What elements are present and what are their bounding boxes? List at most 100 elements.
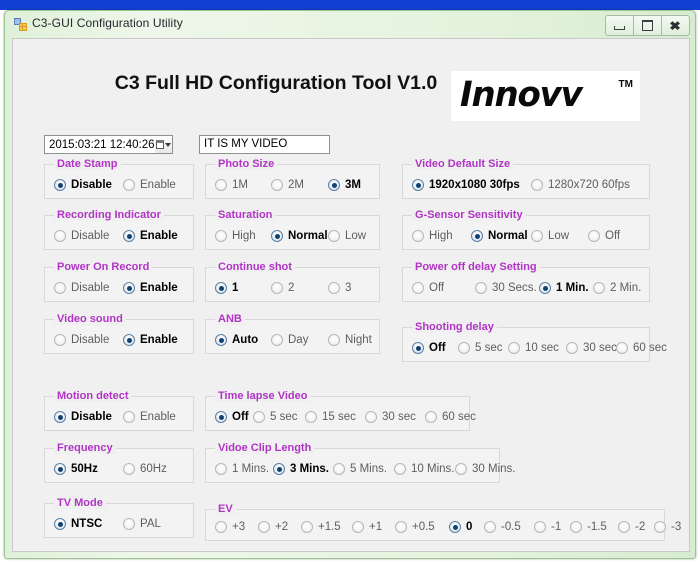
radio-unselected-icon[interactable] <box>654 521 666 533</box>
radio-option-time_lapse_video-3[interactable]: 30 sec <box>365 411 416 423</box>
radio-unselected-icon[interactable] <box>588 230 600 242</box>
close-button[interactable]: ✖ <box>661 15 690 36</box>
radio-option-time_lapse_video-1[interactable]: 5 sec <box>253 411 298 423</box>
radio-unselected-icon[interactable] <box>215 521 227 533</box>
radio-option-shooting_delay-0[interactable]: Off <box>412 342 446 354</box>
radio-option-photo_size-0[interactable]: 1M <box>215 179 248 191</box>
radio-option-power_off_delay-2[interactable]: 1 Min. <box>539 282 589 294</box>
radio-option-power_off_delay-0[interactable]: Off <box>412 282 444 294</box>
radio-selected-icon[interactable] <box>412 179 424 191</box>
radio-unselected-icon[interactable] <box>328 230 340 242</box>
radio-selected-icon[interactable] <box>123 334 135 346</box>
radio-option-ev-10[interactable]: -3 <box>654 521 681 533</box>
radio-unselected-icon[interactable] <box>271 179 283 191</box>
radio-selected-icon[interactable] <box>123 282 135 294</box>
radio-option-ev-7[interactable]: -1 <box>534 521 561 533</box>
radio-selected-icon[interactable] <box>412 342 424 354</box>
radio-unselected-icon[interactable] <box>123 179 135 191</box>
radio-option-continue_shot-2[interactable]: 3 <box>328 282 351 294</box>
radio-option-photo_size-1[interactable]: 2M <box>271 179 304 191</box>
radio-option-video_default_size-1[interactable]: 1280x720 60fps <box>531 179 630 191</box>
radio-option-g_sensor-1[interactable]: Normal <box>471 230 528 242</box>
radio-option-power_off_delay-1[interactable]: 30 Secs. <box>475 282 537 294</box>
radio-selected-icon[interactable] <box>471 230 483 242</box>
radio-option-ev-3[interactable]: +1 <box>352 521 382 533</box>
radio-option-recording_indicator-1[interactable]: Enable <box>123 230 178 242</box>
radio-unselected-icon[interactable] <box>123 518 135 530</box>
radio-option-shooting_delay-2[interactable]: 10 sec <box>508 342 559 354</box>
radio-unselected-icon[interactable] <box>531 179 543 191</box>
radio-unselected-icon[interactable] <box>54 334 66 346</box>
radio-option-time_lapse_video-2[interactable]: 15 sec <box>305 411 356 423</box>
radio-option-video_clip_length-2[interactable]: 5 Mins. <box>333 463 387 475</box>
radio-unselected-icon[interactable] <box>566 342 578 354</box>
radio-unselected-icon[interactable] <box>395 521 407 533</box>
radio-selected-icon[interactable] <box>54 411 66 423</box>
radio-option-ev-0[interactable]: +3 <box>215 521 245 533</box>
radio-unselected-icon[interactable] <box>508 342 520 354</box>
radio-unselected-icon[interactable] <box>475 282 487 294</box>
radio-unselected-icon[interactable] <box>305 411 317 423</box>
radio-unselected-icon[interactable] <box>412 230 424 242</box>
radio-selected-icon[interactable] <box>54 179 66 191</box>
radio-unselected-icon[interactable] <box>215 463 227 475</box>
radio-option-g_sensor-2[interactable]: Low <box>531 230 569 242</box>
radio-unselected-icon[interactable] <box>333 463 345 475</box>
radio-option-ev-1[interactable]: +2 <box>258 521 288 533</box>
radio-unselected-icon[interactable] <box>458 342 470 354</box>
radio-selected-icon[interactable] <box>271 230 283 242</box>
radio-unselected-icon[interactable] <box>258 521 270 533</box>
title-bar[interactable]: C3-GUI Configuration Utility ✖ <box>5 11 695 38</box>
radio-option-continue_shot-1[interactable]: 2 <box>271 282 294 294</box>
radio-option-ev-9[interactable]: -2 <box>618 521 645 533</box>
radio-unselected-icon[interactable] <box>365 411 377 423</box>
datetime-dropdown-button[interactable] <box>154 136 172 153</box>
radio-option-ev-5[interactable]: 0 <box>449 521 472 533</box>
radio-unselected-icon[interactable] <box>328 334 340 346</box>
radio-option-frequency-0[interactable]: 50Hz <box>54 463 98 475</box>
radio-option-anb-0[interactable]: Auto <box>215 334 258 346</box>
radio-unselected-icon[interactable] <box>54 282 66 294</box>
radio-selected-icon[interactable] <box>123 230 135 242</box>
radio-unselected-icon[interactable] <box>394 463 406 475</box>
radio-option-tv_mode-1[interactable]: PAL <box>123 518 161 530</box>
video-name-input[interactable]: IT IS MY VIDEO <box>199 135 330 154</box>
radio-unselected-icon[interactable] <box>412 282 424 294</box>
radio-selected-icon[interactable] <box>54 463 66 475</box>
radio-option-date_stamp-0[interactable]: Disable <box>54 179 112 191</box>
radio-unselected-icon[interactable] <box>253 411 265 423</box>
radio-option-power_on_record-0[interactable]: Disable <box>54 282 109 294</box>
radio-option-video_sound-0[interactable]: Disable <box>54 334 109 346</box>
radio-unselected-icon[interactable] <box>531 230 543 242</box>
radio-unselected-icon[interactable] <box>618 521 630 533</box>
radio-option-motion_detect-0[interactable]: Disable <box>54 411 112 423</box>
radio-option-tv_mode-0[interactable]: NTSC <box>54 518 102 530</box>
radio-unselected-icon[interactable] <box>271 334 283 346</box>
radio-option-ev-8[interactable]: -1.5 <box>570 521 607 533</box>
radio-option-power_off_delay-3[interactable]: 2 Min. <box>593 282 641 294</box>
radio-unselected-icon[interactable] <box>123 411 135 423</box>
radio-selected-icon[interactable] <box>215 334 227 346</box>
radio-option-video_clip_length-1[interactable]: 3 Mins. <box>273 463 329 475</box>
radio-unselected-icon[interactable] <box>215 179 227 191</box>
radio-option-shooting_delay-1[interactable]: 5 sec <box>458 342 503 354</box>
radio-option-saturation-2[interactable]: Low <box>328 230 366 242</box>
minimize-button[interactable] <box>605 15 634 36</box>
radio-unselected-icon[interactable] <box>328 282 340 294</box>
radio-option-video_default_size-0[interactable]: 1920x1080 30fps <box>412 179 520 191</box>
radio-unselected-icon[interactable] <box>484 521 496 533</box>
radio-option-saturation-0[interactable]: High <box>215 230 256 242</box>
radio-option-anb-2[interactable]: Night <box>328 334 372 346</box>
radio-selected-icon[interactable] <box>539 282 551 294</box>
radio-selected-icon[interactable] <box>449 521 461 533</box>
radio-option-time_lapse_video-0[interactable]: Off <box>215 411 249 423</box>
radio-unselected-icon[interactable] <box>215 230 227 242</box>
radio-unselected-icon[interactable] <box>123 463 135 475</box>
radio-selected-icon[interactable] <box>215 411 227 423</box>
radio-option-time_lapse_video-4[interactable]: 60 sec <box>425 411 476 423</box>
radio-option-video_clip_length-0[interactable]: 1 Mins. <box>215 463 269 475</box>
radio-option-saturation-1[interactable]: Normal <box>271 230 328 242</box>
radio-unselected-icon[interactable] <box>593 282 605 294</box>
radio-option-video_clip_length-3[interactable]: 10 Mins. <box>394 463 454 475</box>
radio-unselected-icon[interactable] <box>570 521 582 533</box>
